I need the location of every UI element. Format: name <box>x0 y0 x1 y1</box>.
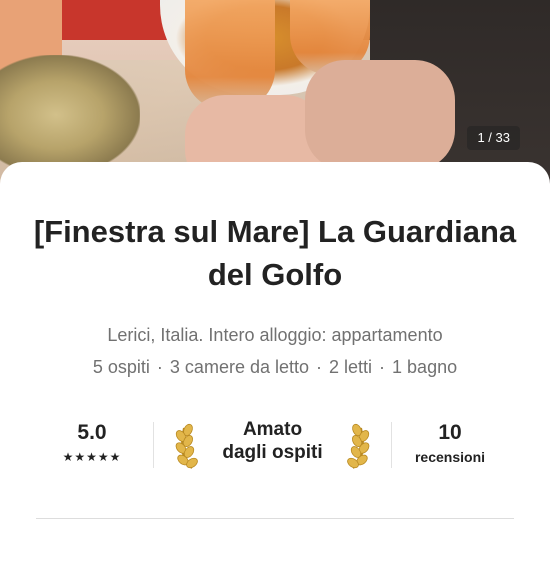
fact-separator: · <box>379 357 386 377</box>
badge-line-2: dagli ospiti <box>222 442 323 463</box>
listing-title: [Finestra sul Mare] La Guardiana del Gol… <box>33 214 517 292</box>
listing-subtitle: Lerici, Italia. Intero alloggio: apparta… <box>107 325 443 345</box>
reviews-count: 10 <box>438 421 462 444</box>
fact-guests: 5 ospiti <box>92 357 150 377</box>
rating-block: 5.0 ★★★★★ <box>50 420 134 464</box>
fact-beds: 2 letti <box>329 357 373 377</box>
guest-favorite-summary[interactable]: 5.0 ★★★★★ Amato dagli ospiti 10 recensio… <box>0 418 550 480</box>
listing-details: [Finestra sul Mare] La Guardiana del Gol… <box>0 162 550 562</box>
photo-decor <box>0 55 140 175</box>
badge-line-1: Amato <box>242 419 303 440</box>
guest-favorite-badge: Amato dagli ospiti <box>170 418 375 472</box>
laurel-left-icon <box>175 423 198 469</box>
fact-separator: · <box>316 357 322 377</box>
photo-counter-badge: 1 / 33 <box>467 126 520 150</box>
fact-bedrooms: 3 camere da letto <box>169 357 309 377</box>
stat-divider <box>153 422 154 468</box>
star-rating-icon: ★★★★★ <box>62 450 122 464</box>
rating-value: 5.0 <box>77 421 107 444</box>
section-divider <box>36 518 514 519</box>
fact-separator: · <box>156 357 163 377</box>
listing-facts: 5 ospiti · 3 camere da letto · 2 letti · 1 bag… <box>0 356 550 378</box>
fact-bathrooms: 1 bagno <box>392 357 458 377</box>
photo-decor <box>305 60 455 170</box>
reviews-label: recensioni <box>414 449 486 465</box>
guest-favorite-label: Amato dagli ospiti <box>204 418 341 464</box>
laurel-right-icon <box>347 423 370 469</box>
stat-divider <box>391 422 392 468</box>
reviews-link[interactable]: 10 recensioni <box>400 420 500 466</box>
photo-decor <box>185 0 275 110</box>
